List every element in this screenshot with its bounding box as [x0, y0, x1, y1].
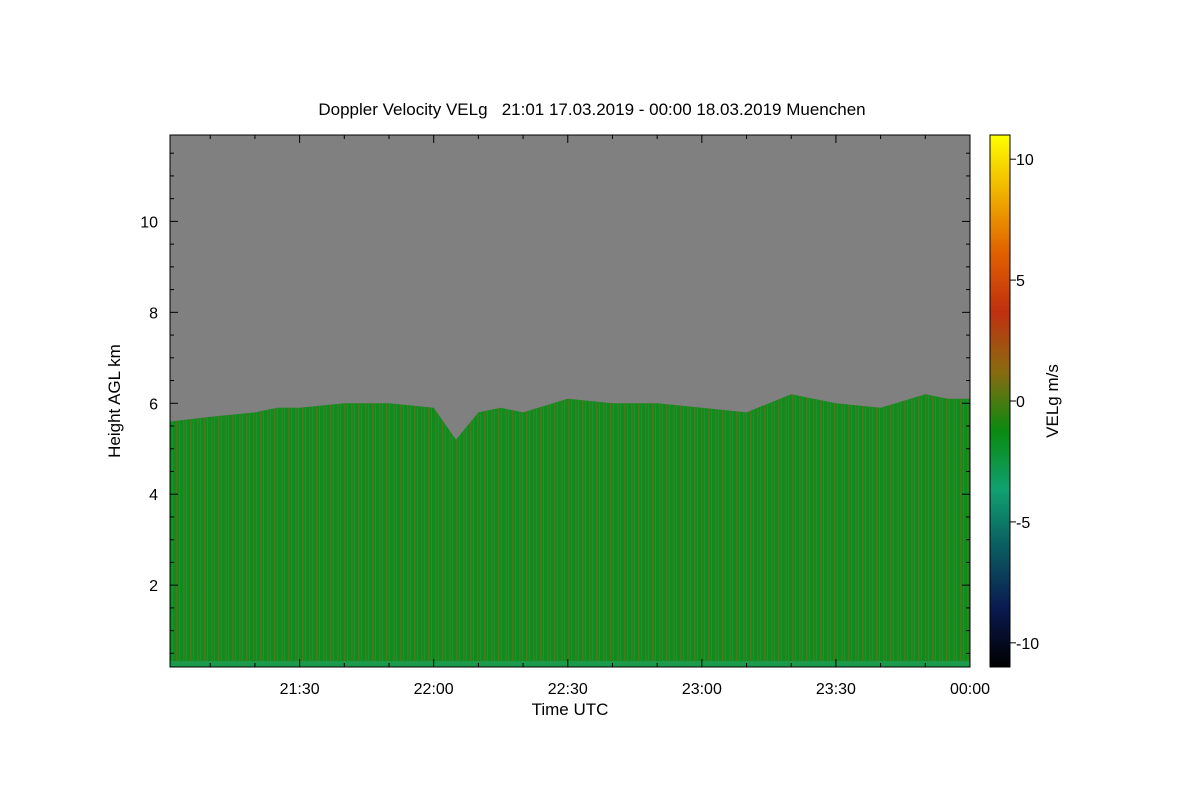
- x-tick-label: 00:00: [950, 681, 990, 698]
- y-tick-label: 6: [149, 396, 158, 413]
- x-tick-label: 22:00: [414, 681, 454, 698]
- x-tick-label: 23:00: [682, 681, 722, 698]
- colorbar-label: VELg m/s: [1043, 364, 1062, 438]
- colorbar-tick-label: 10: [1016, 152, 1034, 169]
- colorbar-ticks: 10 5 0 -5 -10: [1010, 152, 1039, 653]
- echo-region-streaks: [170, 394, 970, 667]
- colorbar-tick-label: 0: [1016, 394, 1025, 411]
- colorbar-tick-label: -5: [1016, 515, 1030, 532]
- y-axis-label: Height AGL km: [105, 344, 124, 458]
- colorbar-tick-label: -10: [1016, 636, 1039, 653]
- x-tick-label: 22:30: [548, 681, 588, 698]
- colorbar-tick-label: 5: [1016, 273, 1025, 290]
- x-tick-label: 21:30: [280, 681, 320, 698]
- y-tick-label: 10: [140, 214, 158, 231]
- surface-band: [170, 661, 970, 667]
- chart-title: Doppler Velocity VELg 21:01 17.03.2019 -…: [318, 100, 865, 119]
- doppler-velocity-chart: Doppler Velocity VELg 21:01 17.03.2019 -…: [105, 100, 1062, 719]
- x-axis-label: Time UTC: [532, 700, 609, 719]
- y-tick-label: 4: [149, 487, 158, 504]
- y-tick-label: 8: [149, 305, 158, 322]
- colorbar-fill: [989, 134, 1011, 668]
- x-tick-label: 23:30: [816, 681, 856, 698]
- y-tick-label: 2: [149, 578, 158, 595]
- plot-area: [170, 135, 970, 667]
- colorbar: 10 5 0 -5 -10 VELg m/s: [989, 134, 1062, 668]
